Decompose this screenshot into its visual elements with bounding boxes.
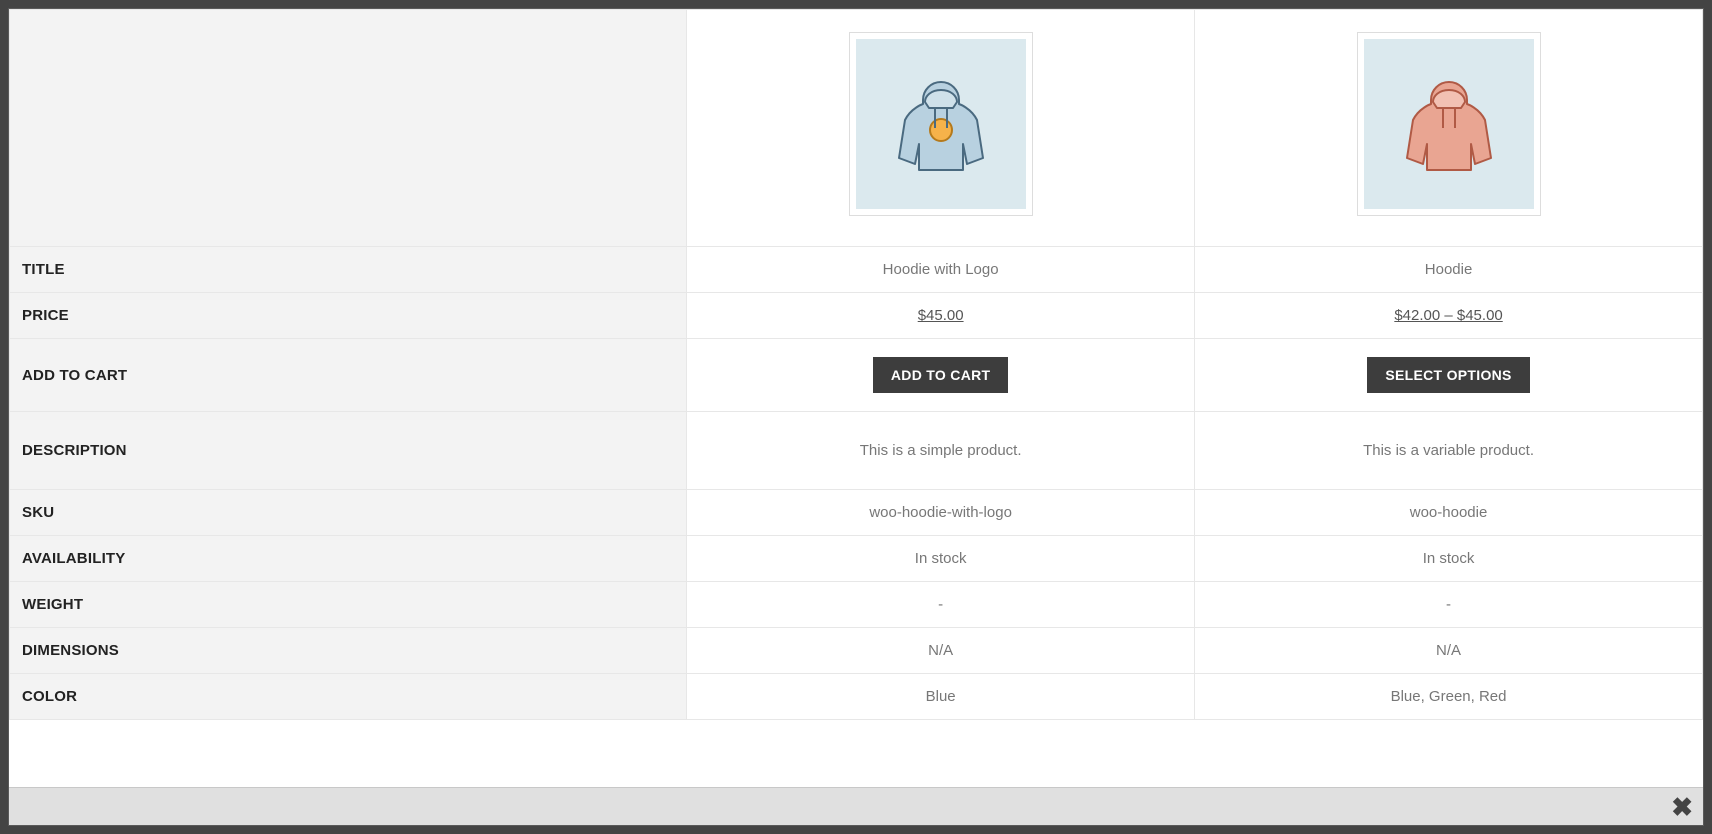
close-icon[interactable]: ✖ — [1671, 794, 1693, 820]
product-1-cart-cell: Add to Cart — [687, 339, 1195, 412]
product-2-cart-cell: Select Options — [1195, 339, 1703, 412]
product-1-weight: - — [687, 582, 1195, 628]
product-2-image-cell — [1195, 10, 1703, 247]
row-dimensions: Dimensions N/A N/A — [10, 628, 1703, 674]
compare-modal: Title Hoodie with Logo Hoodie Price $45.… — [8, 8, 1704, 826]
product-2-sku: woo-hoodie — [1195, 490, 1703, 536]
compare-scroll-area[interactable]: Title Hoodie with Logo Hoodie Price $45.… — [9, 9, 1703, 787]
product-2-price-cell: $42.00 – $45.00 — [1195, 293, 1703, 339]
product-2-description: This is a variable product. — [1195, 412, 1703, 490]
row-availability-label: Availability — [10, 536, 687, 582]
modal-footer: ✖ — [9, 787, 1703, 825]
product-2-availability: In stock — [1195, 536, 1703, 582]
row-price-label: Price — [10, 293, 687, 339]
row-color-label: Color — [10, 674, 687, 720]
product-1-sku: woo-hoodie-with-logo — [687, 490, 1195, 536]
product-1-color: Blue — [687, 674, 1195, 720]
product-1-description: This is a simple product. — [687, 412, 1195, 490]
row-dimensions-label: Dimensions — [10, 628, 687, 674]
product-1-title: Hoodie with Logo — [687, 247, 1195, 293]
row-color: Color Blue Blue, Green, Red — [10, 674, 1703, 720]
product-1-price-cell: $45.00 — [687, 293, 1195, 339]
product-1-thumb[interactable] — [856, 39, 1026, 209]
product-2-title: Hoodie — [1195, 247, 1703, 293]
row-add-to-cart: Add to Cart Add to Cart Select Options — [10, 339, 1703, 412]
row-add-to-cart-label: Add to Cart — [10, 339, 687, 412]
product-2-thumb[interactable] — [1364, 39, 1534, 209]
product-2-thumb-frame — [1357, 32, 1541, 216]
product-1-thumb-frame — [849, 32, 1033, 216]
hoodie-icon — [881, 64, 1001, 184]
product-1-availability: In stock — [687, 536, 1195, 582]
row-weight: Weight - - — [10, 582, 1703, 628]
compare-table: Title Hoodie with Logo Hoodie Price $45.… — [9, 9, 1703, 720]
product-2-weight: - — [1195, 582, 1703, 628]
row-image-label — [10, 10, 687, 247]
product-2-color: Blue, Green, Red — [1195, 674, 1703, 720]
row-image — [10, 10, 1703, 247]
row-sku-label: SKU — [10, 490, 687, 536]
hoodie-icon — [1389, 64, 1509, 184]
row-description-label: Description — [10, 412, 687, 490]
row-price: Price $45.00 $42.00 – $45.00 — [10, 293, 1703, 339]
product-2-dimensions: N/A — [1195, 628, 1703, 674]
row-title: Title Hoodie with Logo Hoodie — [10, 247, 1703, 293]
product-2-price[interactable]: $42.00 – $45.00 — [1394, 307, 1502, 324]
select-options-button[interactable]: Select Options — [1367, 357, 1529, 393]
product-1-dimensions: N/A — [687, 628, 1195, 674]
row-title-label: Title — [10, 247, 687, 293]
row-description: Description This is a simple product. Th… — [10, 412, 1703, 490]
product-1-image-cell — [687, 10, 1195, 247]
product-1-price[interactable]: $45.00 — [918, 307, 964, 324]
row-weight-label: Weight — [10, 582, 687, 628]
row-sku: SKU woo-hoodie-with-logo woo-hoodie — [10, 490, 1703, 536]
add-to-cart-button[interactable]: Add to Cart — [873, 357, 1008, 393]
row-availability: Availability In stock In stock — [10, 536, 1703, 582]
